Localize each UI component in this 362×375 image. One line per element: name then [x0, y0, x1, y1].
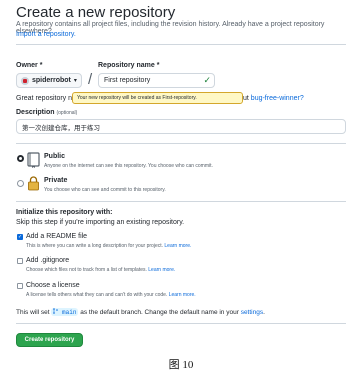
gitignore-desc-row: Choose which files not to track from a l…	[26, 267, 175, 273]
gitignore-label[interactable]: Add .gitignore	[26, 257, 69, 264]
owner-value: spiderrobot	[32, 77, 71, 84]
license-learn-more-link[interactable]: Learn more.	[169, 292, 196, 298]
public-title: Public	[44, 153, 66, 160]
page-title: Create a new repository	[16, 4, 176, 21]
suggestion-link[interactable]: bug-free-winner?	[251, 95, 304, 102]
repo-icon	[26, 152, 41, 168]
description-label-row: Description (optional)	[16, 109, 77, 116]
owner-repo-separator: /	[88, 71, 93, 88]
branch-name-badge: main	[51, 308, 79, 316]
readme-desc-row: This is where you can write a long descr…	[26, 243, 191, 249]
branch-name: main	[62, 309, 77, 316]
readme-learn-more-link[interactable]: Learn more.	[164, 243, 191, 249]
owner-label: Owner *	[16, 62, 43, 69]
repo-name-suggestion: ut bug-free-winner?	[243, 95, 304, 102]
lock-icon	[27, 176, 42, 192]
divider	[16, 323, 346, 324]
robot-icon	[23, 78, 27, 83]
git-branch-icon	[53, 308, 59, 314]
gitignore-checkbox[interactable]	[17, 258, 23, 264]
chevron-down-icon: ▾	[73, 78, 77, 84]
branch-before: This will set	[16, 309, 50, 316]
repo-name-label: Repository name *	[98, 62, 160, 69]
divider	[16, 44, 346, 45]
suggestion-prefix: ut	[243, 95, 249, 102]
license-desc-row: A license tells others what they can and…	[26, 292, 196, 298]
divider	[16, 143, 346, 144]
description-label: Description	[16, 109, 55, 116]
public-desc: Anyone on the internet can see this repo…	[44, 163, 213, 169]
repo-name-tooltip: Your new repository will be created as F…	[72, 92, 243, 104]
divider	[16, 201, 346, 202]
license-checkbox[interactable]	[17, 283, 23, 289]
private-title: Private	[44, 177, 68, 184]
private-radio[interactable]	[17, 180, 24, 187]
branch-after: as the default branch. Change the defaul…	[80, 309, 239, 316]
readme-desc: This is where you can write a long descr…	[26, 243, 164, 249]
repo-name-input[interactable]: First repository ✓	[98, 73, 215, 88]
public-radio[interactable]	[17, 155, 24, 162]
private-desc: You choose who can see and commit to thi…	[44, 187, 166, 193]
license-label[interactable]: Choose a license	[26, 282, 80, 289]
gitignore-learn-more-link[interactable]: Learn more.	[148, 267, 175, 273]
import-repository-link[interactable]: Import a repository.	[16, 31, 76, 38]
branch-end: .	[263, 309, 265, 316]
description-input[interactable]: 第一次创建仓库，用于练习	[16, 119, 346, 134]
readme-label[interactable]: Add a README file	[26, 233, 87, 240]
check-icon: ✓	[203, 75, 211, 85]
gitignore-desc: Choose which files not to track from a l…	[26, 267, 147, 273]
description-optional: (optional)	[56, 110, 78, 116]
owner-select[interactable]: spiderrobot ▾	[16, 73, 82, 88]
init-subheading: Skip this step if you're importing an ex…	[16, 219, 185, 226]
settings-link[interactable]: settings	[241, 309, 263, 316]
repo-name-value: First repository	[104, 77, 151, 84]
avatar	[21, 76, 29, 85]
figure-caption: 图 10	[168, 359, 194, 371]
create-repository-button[interactable]: Create repository	[16, 333, 83, 347]
init-heading: Initialize this repository with:	[16, 209, 113, 216]
readme-checkbox[interactable]: ✓	[17, 234, 23, 240]
default-branch-note: This will set main as the default branch…	[16, 308, 265, 316]
license-desc: A license tells others what they can and…	[26, 292, 168, 298]
